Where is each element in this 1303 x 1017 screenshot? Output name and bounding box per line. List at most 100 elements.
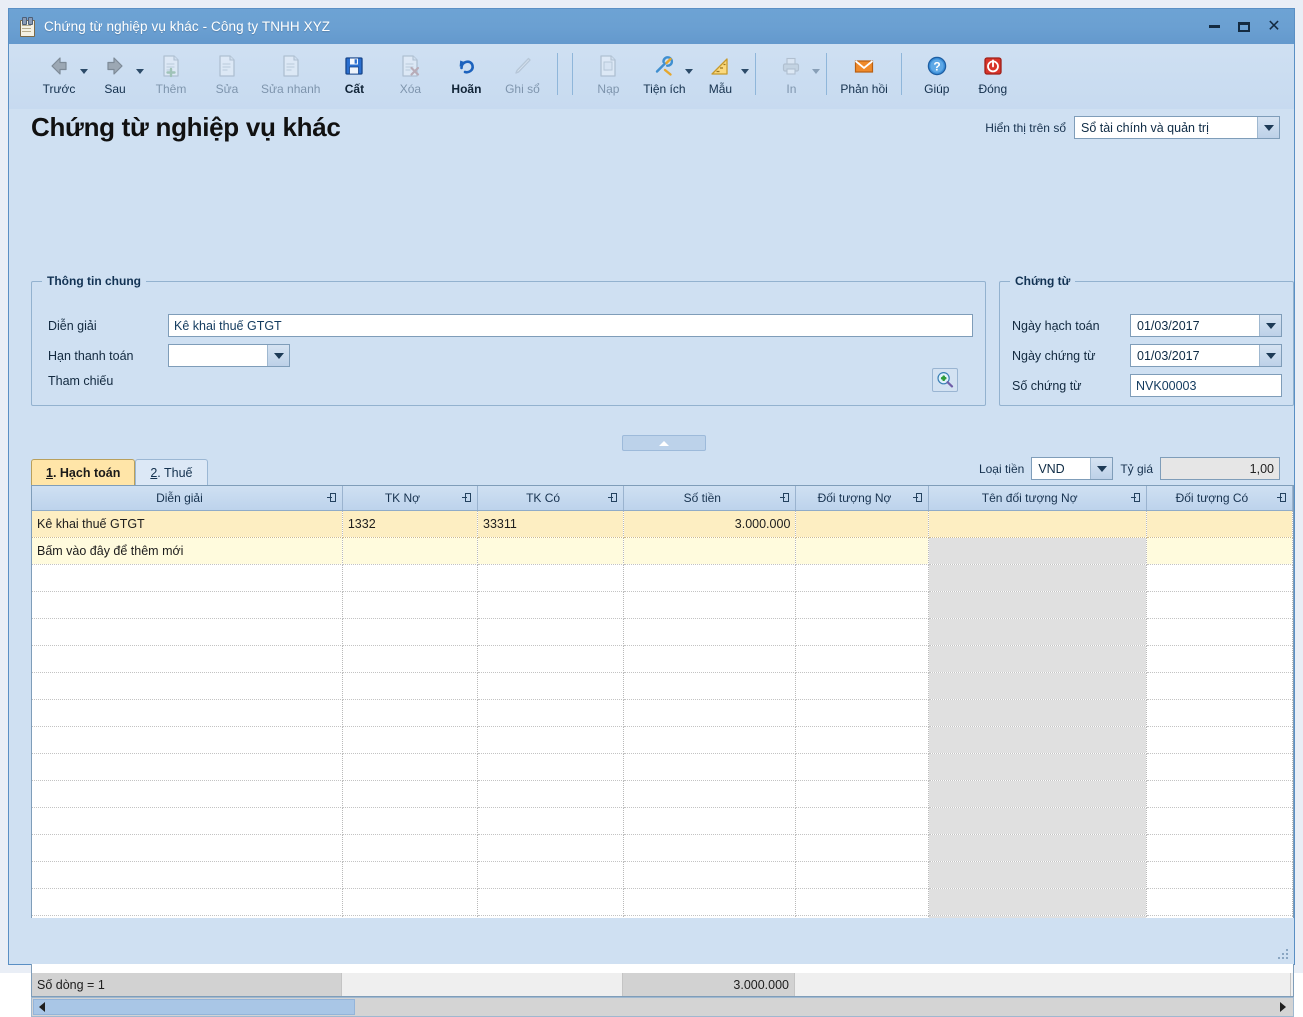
grid-cell[interactable] — [477, 861, 625, 889]
grid-cell[interactable] — [477, 672, 625, 700]
pin-icon[interactable] — [1277, 492, 1288, 503]
grid-cell[interactable] — [32, 753, 343, 781]
chevron-down-icon[interactable] — [1090, 458, 1113, 479]
table-row[interactable]: Kê khai thuế GTGT 1332 33311 3.000.000 — [32, 510, 1293, 538]
grid-cell[interactable] — [342, 618, 479, 646]
grid-cell[interactable] — [477, 618, 625, 646]
grid-cell[interactable] — [623, 834, 797, 862]
chevron-down-icon[interactable] — [741, 69, 750, 74]
grid-column-header-5[interactable]: Đối tượng Nợ — [795, 486, 929, 511]
collapse-panel-button[interactable] — [622, 435, 706, 451]
grid-cell[interactable] — [795, 807, 929, 835]
grid-cell[interactable] — [32, 591, 343, 619]
grid-cell[interactable] — [795, 591, 929, 619]
table-row[interactable] — [32, 726, 1293, 754]
toolbar-button-sau[interactable]: Sau — [87, 49, 144, 96]
tab-1[interactable]: 1. Hạch toán — [31, 459, 136, 486]
grid-cell[interactable] — [928, 510, 1147, 538]
grid-cell[interactable] — [1146, 618, 1293, 646]
magnifier-add-icon[interactable] — [932, 368, 958, 392]
chevron-down-icon[interactable] — [267, 345, 289, 366]
table-row[interactable] — [32, 780, 1293, 808]
grid-cell[interactable]: 3.000.000 — [623, 510, 797, 538]
grid-cell[interactable] — [342, 564, 479, 592]
grid-cell[interactable] — [795, 564, 929, 592]
grid-column-header-3[interactable]: TK Có — [477, 486, 625, 511]
table-row[interactable] — [32, 591, 1293, 619]
grid-cell[interactable] — [32, 564, 343, 592]
grid-cell[interactable] — [928, 537, 1147, 565]
horizontal-scrollbar[interactable] — [31, 997, 1294, 1017]
pin-icon[interactable] — [1130, 492, 1142, 503]
grid-cell[interactable] — [795, 618, 929, 646]
grid-cell[interactable] — [32, 807, 343, 835]
voucher-no-input[interactable] — [1130, 374, 1282, 397]
payment-due-select[interactable] — [168, 344, 290, 367]
grid-cell[interactable] — [342, 807, 479, 835]
grid-column-header-4[interactable]: Số tiền — [623, 486, 797, 511]
grid-cell[interactable] — [623, 699, 797, 727]
table-row[interactable] — [32, 861, 1293, 889]
grid-cell[interactable] — [928, 564, 1147, 592]
grid-cell[interactable] — [928, 888, 1147, 916]
grid-cell[interactable] — [1146, 861, 1293, 889]
chevron-down-icon[interactable] — [812, 69, 821, 74]
grid-cell[interactable] — [32, 618, 343, 646]
grid-cell[interactable] — [32, 672, 343, 700]
grid-cell[interactable] — [795, 780, 929, 808]
maximize-button[interactable] — [1230, 14, 1258, 40]
grid-cell[interactable] — [928, 726, 1147, 754]
grid-cell[interactable] — [1146, 753, 1293, 781]
grid-cell[interactable] — [32, 726, 343, 754]
grid-cell[interactable] — [795, 861, 929, 889]
grid-cell[interactable] — [32, 861, 343, 889]
pin-icon[interactable] — [326, 492, 338, 503]
scroll-left-button[interactable] — [33, 998, 51, 1016]
table-row[interactable] — [32, 834, 1293, 862]
grid-cell[interactable] — [477, 645, 625, 673]
grid-cell[interactable] — [928, 618, 1147, 646]
grid-cell[interactable] — [928, 672, 1147, 700]
grid-cell[interactable] — [342, 861, 479, 889]
grid-cell[interactable] — [32, 834, 343, 862]
toolbar-button-hoãn[interactable]: Hoãn — [438, 49, 494, 96]
grid-cell[interactable] — [1146, 564, 1293, 592]
grid-cell[interactable] — [477, 699, 625, 727]
grid-cell[interactable] — [795, 888, 929, 916]
grid-cell[interactable] — [1146, 888, 1293, 916]
grid-cell[interactable] — [623, 672, 797, 700]
grid-cell[interactable] — [342, 645, 479, 673]
grid-cell[interactable] — [32, 645, 343, 673]
grid-cell[interactable] — [928, 780, 1147, 808]
grid-cell[interactable] — [623, 537, 797, 565]
table-row[interactable] — [32, 672, 1293, 700]
close-button[interactable]: ✕ — [1260, 14, 1288, 40]
grid-cell[interactable] — [1146, 780, 1293, 808]
grid-cell[interactable] — [795, 699, 929, 727]
currency-type-select[interactable]: VND — [1031, 457, 1114, 480]
grid-cell[interactable] — [477, 807, 625, 835]
chevron-down-icon[interactable] — [1257, 117, 1279, 138]
grid-cell[interactable] — [1146, 699, 1293, 727]
grid-cell[interactable] — [477, 780, 625, 808]
grid-cell[interactable] — [1146, 537, 1293, 565]
grid-cell[interactable] — [342, 537, 479, 565]
pin-icon[interactable] — [912, 492, 924, 503]
grid-cell[interactable] — [928, 807, 1147, 835]
toolbar-button-tiện-ích[interactable]: Tiện ích — [636, 49, 694, 96]
grid-cell[interactable] — [1146, 807, 1293, 835]
grid-cell[interactable]: 1332 — [342, 510, 479, 538]
grid-cell[interactable] — [795, 672, 929, 700]
grid-cell[interactable] — [623, 861, 797, 889]
grid-cell[interactable] — [477, 834, 625, 862]
grid-cell[interactable] — [32, 780, 343, 808]
table-row[interactable]: Bấm vào đây để thêm mới — [32, 537, 1293, 565]
toolbar-button-cất[interactable]: Cất — [326, 49, 382, 96]
table-row[interactable] — [32, 807, 1293, 835]
toolbar-button-đóng[interactable]: Đóng — [965, 49, 1021, 96]
grid-column-header-1[interactable]: Diễn giải — [32, 486, 343, 511]
toolbar-button-mẫu[interactable]: Mẫu — [692, 49, 750, 96]
grid-cell[interactable] — [1146, 591, 1293, 619]
table-row[interactable] — [32, 564, 1293, 592]
grid-cell[interactable] — [795, 726, 929, 754]
